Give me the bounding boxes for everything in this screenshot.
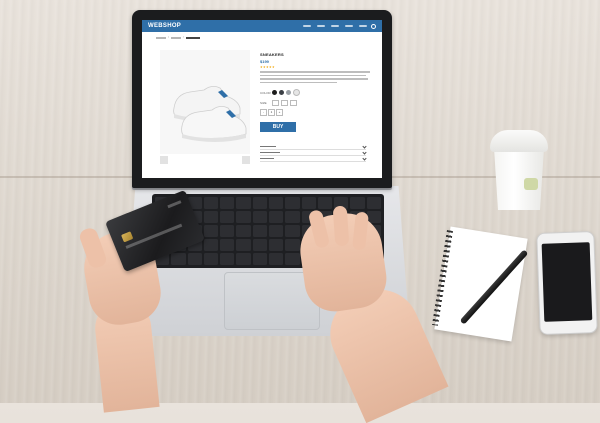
webshop-logo[interactable]: WEBSHOP [148, 23, 181, 29]
card-number [125, 223, 183, 249]
smartphone-screen [541, 242, 593, 322]
nav-link[interactable] [303, 25, 311, 27]
keyboard-key [285, 225, 300, 237]
keyboard-key [268, 225, 284, 237]
nav-link[interactable] [345, 25, 353, 27]
color-swatch[interactable] [286, 90, 291, 95]
keyboard-key [285, 211, 300, 223]
keyboard-key [252, 253, 267, 265]
image-thumbnail[interactable] [242, 156, 250, 164]
nav-link[interactable] [317, 25, 325, 27]
laptop-screen: WEBSHOP / / SNEAKERS $199 ★★★★★ COLOR SI… [142, 20, 382, 178]
breadcrumb-item[interactable] [156, 36, 166, 39]
keyboard-key [350, 197, 365, 209]
keyboard-key [220, 197, 235, 209]
color-label: COLOR [260, 90, 271, 95]
breadcrumb-item[interactable] [170, 36, 181, 39]
size-option[interactable] [281, 100, 288, 106]
keyboard-key [252, 211, 267, 223]
spiral-notebook [432, 226, 528, 342]
keyboard-key [236, 211, 251, 223]
buy-button[interactable]: BUY [260, 122, 296, 132]
quantity-increment[interactable]: + [276, 109, 283, 116]
chevron-down-icon [362, 156, 367, 161]
description-line [260, 74, 366, 76]
breadcrumb-separator: / [168, 35, 169, 39]
cup-logo [524, 178, 538, 190]
keyboard-key [285, 253, 300, 265]
right-middle-finger [332, 205, 350, 247]
breadcrumb-current [185, 36, 200, 39]
keyboard-key [268, 197, 284, 209]
image-thumbnail[interactable] [160, 156, 168, 164]
accordion-title [260, 157, 274, 160]
color-swatch[interactable] [279, 90, 284, 95]
quantity-stepper: - 1 + [260, 109, 370, 116]
keyboard-key [236, 239, 251, 251]
accordion-title [260, 145, 276, 148]
nav-link[interactable] [359, 25, 367, 27]
quantity-decrement[interactable]: - [260, 109, 267, 116]
keyboard-key [366, 197, 381, 209]
color-swatch[interactable] [293, 89, 300, 96]
keyboard-key [236, 225, 251, 237]
size-picker: SIZE [260, 100, 370, 106]
chevron-down-icon [362, 144, 367, 149]
accordion-title [260, 151, 280, 154]
chevron-down-icon [362, 150, 367, 155]
product-image [160, 50, 250, 154]
keyboard-key [268, 239, 284, 251]
keyboard-key [285, 197, 300, 209]
keyboard-key [203, 211, 219, 223]
keyboard-key [236, 253, 251, 265]
accordion-row[interactable] [260, 156, 367, 162]
color-picker: COLOR [260, 89, 370, 96]
sneakers-image [173, 86, 247, 142]
keyboard-key [203, 239, 219, 251]
keyboard-key [203, 225, 219, 237]
keyboard-key [171, 253, 186, 265]
keyboard-key [203, 197, 219, 209]
keyboard-key [268, 253, 284, 265]
nav-link[interactable] [331, 25, 339, 27]
smartphone [536, 231, 598, 335]
description-line [260, 81, 337, 83]
keyboard-key [285, 239, 300, 251]
laptop-lid: WEBSHOP / / SNEAKERS $199 ★★★★★ COLOR SI… [132, 10, 392, 188]
breadcrumb: / / [142, 32, 382, 43]
search-icon[interactable] [371, 23, 376, 29]
card-logo [167, 200, 182, 209]
nav-links [303, 25, 367, 27]
product-price: $199 [260, 59, 269, 64]
keyboard-key [220, 211, 235, 223]
keyboard-key [236, 197, 251, 209]
size-option[interactable] [290, 100, 297, 106]
product-info-accordion [260, 144, 367, 162]
product-title: SNEAKERS [260, 52, 284, 57]
description-line [260, 78, 368, 80]
breadcrumb-separator: / [182, 35, 184, 39]
color-swatch[interactable] [272, 90, 277, 95]
keyboard-key [203, 253, 219, 265]
keyboard-key [317, 197, 333, 209]
keyboard-key [252, 197, 267, 209]
keyboard-key [252, 225, 267, 237]
keyboard-key [301, 197, 316, 209]
keyboard-key [220, 253, 235, 265]
card-chip [121, 231, 134, 243]
product-details: SNEAKERS $199 ★★★★★ COLOR SIZE - 1 + BUY [260, 52, 370, 132]
quantity-value[interactable]: 1 [268, 109, 275, 116]
cup-lid [490, 130, 548, 152]
coffee-cup [490, 130, 548, 210]
size-option[interactable] [272, 100, 279, 106]
size-label: SIZE [260, 101, 267, 105]
keyboard-key [220, 239, 235, 251]
keyboard-key [252, 239, 267, 251]
webshop-navbar: WEBSHOP [142, 20, 382, 32]
rating-stars: ★★★★★ [260, 65, 275, 69]
keyboard-key [220, 225, 235, 237]
keyboard-key [268, 211, 284, 223]
keyboard-key [187, 253, 202, 265]
description-line [260, 71, 370, 73]
